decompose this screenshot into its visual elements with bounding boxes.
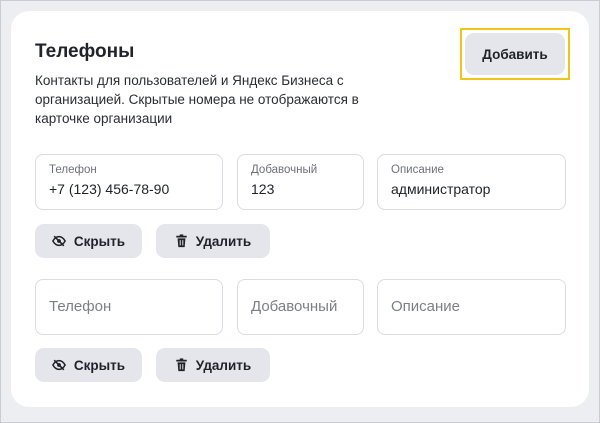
phone-field-empty[interactable]: Телефон [35,279,223,335]
delete-button[interactable]: Удалить [156,224,270,258]
extension-field-label: Добавочный [251,164,318,176]
hide-button-label: Скрыть [73,233,126,249]
eye-off-icon [51,358,66,372]
delete-button-label: Удалить [195,357,252,373]
section-title: Телефоны [35,41,135,62]
phones-card: Телефоны Контакты для пользователей и Ян… [11,11,589,407]
hide-button[interactable]: Скрыть [35,348,142,382]
extension-field-value: 123 [251,181,275,197]
hide-button[interactable]: Скрыть [35,224,142,258]
phone-field-placeholder: Телефон [49,298,112,315]
trash-icon [175,234,188,248]
phone-field-label: Телефон [49,164,97,176]
hide-button-label: Скрыть [73,357,126,373]
window-frame: Телефоны Контакты для пользователей и Ян… [0,0,600,423]
description-field-placeholder: Описание [391,298,461,315]
description-field-value: администратор [391,181,491,197]
add-phone-button[interactable]: Добавить [465,33,565,75]
phone-field[interactable]: Телефон +7 (123) 456-78-90 [35,154,223,210]
extension-field[interactable]: Добавочный 123 [237,154,364,210]
extension-field-placeholder: Добавочный [251,298,338,315]
extension-field-empty[interactable]: Добавочный [237,279,364,335]
delete-button[interactable]: Удалить [156,348,270,382]
description-field[interactable]: Описание администратор [377,154,566,210]
eye-off-icon [51,234,66,248]
phone-field-value: +7 (123) 456-78-90 [49,181,170,197]
description-field-empty[interactable]: Описание [377,279,566,335]
section-description: Контакты для пользователей и Яндекс Бизн… [35,73,359,126]
delete-button-label: Удалить [195,233,252,249]
trash-icon [175,358,188,372]
description-field-label: Описание [391,164,444,176]
